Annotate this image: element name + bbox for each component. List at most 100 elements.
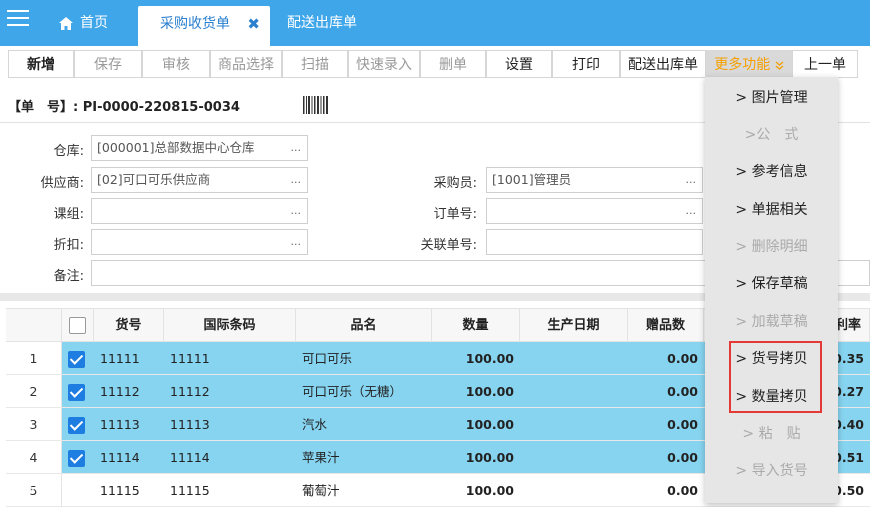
warehouse-field[interactable]: [000001]总部数据中心仓库 ... bbox=[91, 135, 308, 161]
row-checkbox[interactable] bbox=[68, 450, 85, 467]
scan-button[interactable]: 扫描 bbox=[282, 50, 348, 78]
close-tab-icon[interactable]: ✖ bbox=[247, 6, 260, 42]
tab-purchase-receipt-label: 采购收货单 bbox=[160, 16, 230, 32]
order-number-field[interactable]: ... bbox=[486, 198, 703, 224]
audit-button[interactable]: 审核 bbox=[142, 50, 210, 78]
buyer-value: [1001]管理员 bbox=[492, 172, 572, 187]
print-button[interactable]: 打印 bbox=[552, 50, 620, 78]
hamburger-menu-icon[interactable] bbox=[7, 10, 29, 28]
group-label: 课组: bbox=[53, 207, 84, 222]
cell-production-date[interactable] bbox=[520, 474, 628, 507]
order-number-label: 订单号: bbox=[433, 207, 477, 222]
cell-name[interactable]: 汽水 bbox=[296, 408, 432, 441]
cell-name[interactable]: 可口可乐 bbox=[296, 342, 432, 375]
cell-production-date[interactable] bbox=[520, 408, 628, 441]
cell-qty[interactable]: 100.00 bbox=[432, 441, 520, 474]
row-checkbox[interactable] bbox=[68, 351, 85, 368]
row-checkbox-cell[interactable] bbox=[62, 474, 94, 507]
menu-item-image-management[interactable]: > 图片管理 bbox=[705, 80, 838, 117]
delete-doc-button[interactable]: 删单 bbox=[420, 50, 486, 78]
supplier-picker-icon[interactable]: ... bbox=[291, 168, 302, 192]
product-select-button[interactable]: 商品选择 bbox=[210, 50, 282, 78]
toolbar: 新增 保存 审核 商品选择 扫描 快速录入 删单 设置 打印 配送出库单 更多功… bbox=[8, 50, 870, 78]
save-button[interactable]: 保存 bbox=[74, 50, 142, 78]
cell-barcode[interactable]: 11115 bbox=[164, 474, 296, 507]
watermark-text: 六数商务 bbox=[6, 477, 62, 493]
cell-code[interactable]: 11111 bbox=[94, 342, 164, 375]
grid-header-barcode[interactable]: 国际条码 bbox=[164, 308, 296, 342]
cell-gift-qty[interactable]: 0.00 bbox=[628, 474, 704, 507]
tab-purchase-receipt[interactable]: 采购收货单 ✖ bbox=[138, 6, 270, 46]
select-all-checkbox[interactable] bbox=[69, 317, 86, 334]
tab-delivery-out-label: 配送出库单 bbox=[287, 15, 357, 31]
discount-field[interactable]: ... bbox=[91, 229, 308, 255]
cell-name[interactable]: 苹果汁 bbox=[296, 441, 432, 474]
more-functions-button[interactable]: 更多功能 bbox=[706, 50, 792, 78]
group-field[interactable]: ... bbox=[91, 198, 308, 224]
supplier-field[interactable]: [02]可口可乐供应商 ... bbox=[91, 167, 308, 193]
cell-name[interactable]: 葡萄汁 bbox=[296, 474, 432, 507]
new-button[interactable]: 新增 bbox=[8, 50, 74, 78]
cell-name[interactable]: 可口可乐（无糖） bbox=[296, 375, 432, 408]
menu-item-reference-info[interactable]: > 参考信息 bbox=[705, 154, 838, 191]
tab-delivery-out[interactable]: 配送出库单 bbox=[287, 0, 357, 46]
quick-entry-button[interactable]: 快速录入 bbox=[348, 50, 420, 78]
cell-gift-qty[interactable]: 0.00 bbox=[628, 342, 704, 375]
cell-qty[interactable]: 100.00 bbox=[432, 408, 520, 441]
row-checkbox-cell[interactable] bbox=[62, 408, 94, 441]
row-checkbox-cell[interactable] bbox=[62, 441, 94, 474]
menu-item-save-draft[interactable]: > 保存草稿 bbox=[705, 266, 838, 303]
related-number-field[interactable] bbox=[486, 229, 703, 255]
cell-production-date[interactable] bbox=[520, 441, 628, 474]
menu-item-load-draft[interactable]: > 加载草稿 bbox=[705, 304, 838, 341]
grid-header-select-all[interactable] bbox=[62, 308, 94, 342]
grid-header-gift-qty[interactable]: 赠品数 bbox=[628, 308, 704, 342]
grid-header-code[interactable]: 货号 bbox=[94, 308, 164, 342]
menu-item-doc-related[interactable]: > 单据相关 bbox=[705, 192, 838, 229]
cell-qty[interactable]: 100.00 bbox=[432, 474, 520, 507]
row-checkbox-cell[interactable] bbox=[62, 342, 94, 375]
discount-picker-icon[interactable]: ... bbox=[291, 230, 302, 254]
cell-barcode[interactable]: 11114 bbox=[164, 441, 296, 474]
cell-qty[interactable]: 100.00 bbox=[432, 342, 520, 375]
cell-gift-qty[interactable]: 0.00 bbox=[628, 408, 704, 441]
tab-home-label: 首页 bbox=[80, 15, 108, 31]
cell-gift-qty[interactable]: 0.00 bbox=[628, 375, 704, 408]
delivery-out-button[interactable]: 配送出库单 bbox=[620, 50, 706, 78]
buyer-picker-icon[interactable]: ... bbox=[686, 168, 697, 192]
order-number-picker-icon[interactable]: ... bbox=[686, 199, 697, 223]
cell-gift-qty[interactable]: 0.00 bbox=[628, 441, 704, 474]
doc-number-value: PI-0000-220815-0034 bbox=[82, 100, 240, 115]
cell-barcode[interactable]: 11113 bbox=[164, 408, 296, 441]
row-checkbox[interactable] bbox=[68, 417, 85, 434]
menu-item-paste[interactable]: > 粘 贴 bbox=[705, 416, 838, 453]
menu-item-import-codes[interactable]: > 导入货号 bbox=[705, 453, 838, 490]
discount-label: 折扣: bbox=[53, 238, 84, 253]
group-picker-icon[interactable]: ... bbox=[291, 199, 302, 223]
warehouse-picker-icon[interactable]: ... bbox=[291, 136, 302, 160]
row-checkbox[interactable] bbox=[68, 384, 85, 401]
row-checkbox-cell[interactable] bbox=[62, 375, 94, 408]
cell-barcode[interactable]: 11111 bbox=[164, 342, 296, 375]
cell-qty[interactable]: 100.00 bbox=[432, 375, 520, 408]
grid-header-name[interactable]: 品名 bbox=[296, 308, 432, 342]
cell-code[interactable]: 11115 bbox=[94, 474, 164, 507]
buyer-field[interactable]: [1001]管理员 ... bbox=[486, 167, 703, 193]
grid-header-production-date[interactable]: 生产日期 bbox=[520, 308, 628, 342]
more-functions-label: 更多功能 bbox=[714, 57, 771, 73]
supplier-value: [02]可口可乐供应商 bbox=[97, 172, 211, 187]
menu-item-formula[interactable]: >公 式 bbox=[705, 117, 838, 154]
tab-home[interactable]: 首页 bbox=[58, 0, 108, 46]
barcode-icon[interactable] bbox=[303, 96, 329, 114]
cell-code[interactable]: 11112 bbox=[94, 375, 164, 408]
cell-code[interactable]: 11114 bbox=[94, 441, 164, 474]
menu-item-delete-detail[interactable]: > 删除明细 bbox=[705, 229, 838, 266]
settings-button[interactable]: 设置 bbox=[486, 50, 552, 78]
highlight-box bbox=[729, 341, 822, 413]
cell-production-date[interactable] bbox=[520, 375, 628, 408]
grid-header-qty[interactable]: 数量 bbox=[432, 308, 520, 342]
cell-barcode[interactable]: 11112 bbox=[164, 375, 296, 408]
previous-doc-button[interactable]: 上一单 bbox=[792, 50, 858, 78]
cell-production-date[interactable] bbox=[520, 342, 628, 375]
cell-code[interactable]: 11113 bbox=[94, 408, 164, 441]
